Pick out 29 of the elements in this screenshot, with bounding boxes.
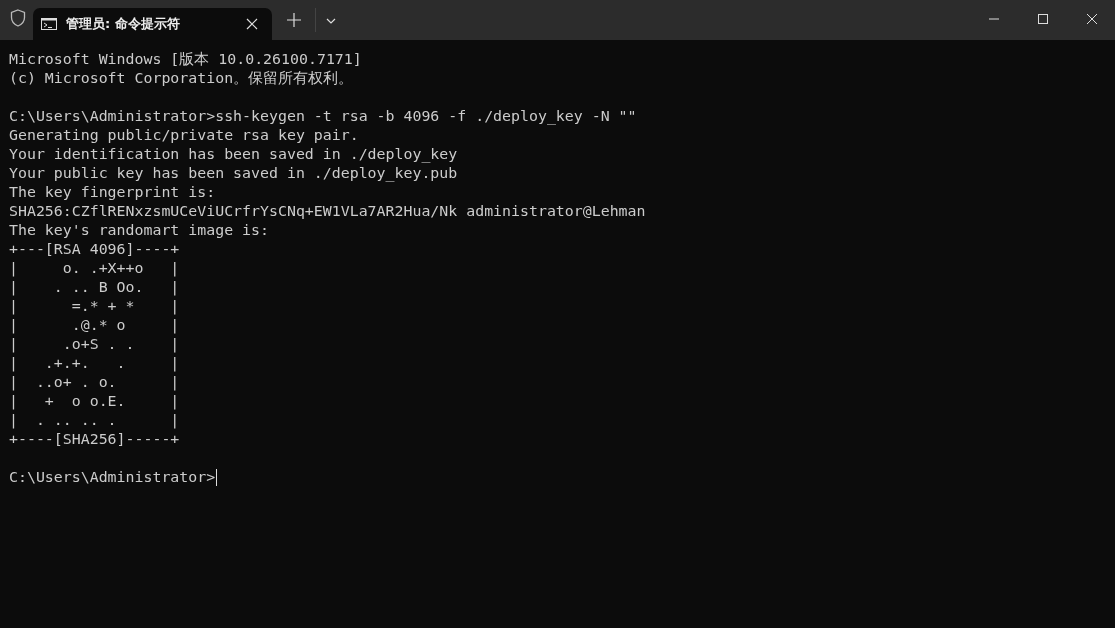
terminal-line: Microsoft Windows [版本 10.0.26100.7171] bbox=[9, 50, 363, 69]
terminal-line: | . .. .. . | bbox=[9, 411, 181, 430]
terminal-line: | . .. B Oo. | bbox=[9, 278, 181, 297]
shield-icon bbox=[10, 9, 26, 27]
terminal-line: | o. .+X++o | bbox=[9, 259, 181, 278]
maximize-icon[interactable] bbox=[1037, 13, 1049, 25]
plus-icon[interactable] bbox=[287, 13, 301, 27]
terminal-line: Your identification has been saved in ./deploy_key bbox=[9, 145, 459, 164]
terminal-line: | .+.+. . | bbox=[9, 354, 181, 373]
terminal-line: (c) Microsoft Corporation。保留所有权利。 bbox=[9, 69, 355, 88]
terminal-line: | .@.* o | bbox=[9, 316, 181, 335]
command-prompt: C:\Users\Administrator> bbox=[9, 468, 216, 487]
terminal-line: | ..o+ . o. | bbox=[9, 373, 181, 392]
terminal-tab[interactable]: 管理员: 命令提示符 bbox=[33, 8, 272, 40]
terminal-line: SHA256:CZflRENxzsmUCeViUCrfrYsCNq+EW1VLa7AR2Hua/Nk administrator@Lehman bbox=[9, 202, 647, 221]
console-icon bbox=[41, 18, 57, 30]
terminal-line: The key's randomart image is: bbox=[9, 221, 270, 240]
terminal-line: +---[RSA 4096]----+ bbox=[9, 240, 181, 259]
terminal-line: +----[SHA256]-----+ bbox=[9, 430, 181, 449]
terminal-line: | .o+S . . | bbox=[9, 335, 181, 354]
terminal-line: | =.* + * | bbox=[9, 297, 181, 316]
close-icon[interactable] bbox=[246, 18, 258, 30]
terminal-line: Your public key has been saved in ./deploy_key.pub bbox=[9, 164, 459, 183]
terminal-line: C:\Users\Administrator>ssh-keygen -t rsa -b 4096 -f ./deploy_key -N "" bbox=[9, 107, 638, 126]
terminal-line: | + o o.E. | bbox=[9, 392, 181, 411]
terminal-line: Generating public/private rsa key pair. bbox=[9, 126, 360, 145]
chevron-down-icon[interactable] bbox=[326, 18, 336, 24]
close-icon[interactable] bbox=[1086, 13, 1098, 25]
terminal-line: The key fingerprint is: bbox=[9, 183, 217, 202]
